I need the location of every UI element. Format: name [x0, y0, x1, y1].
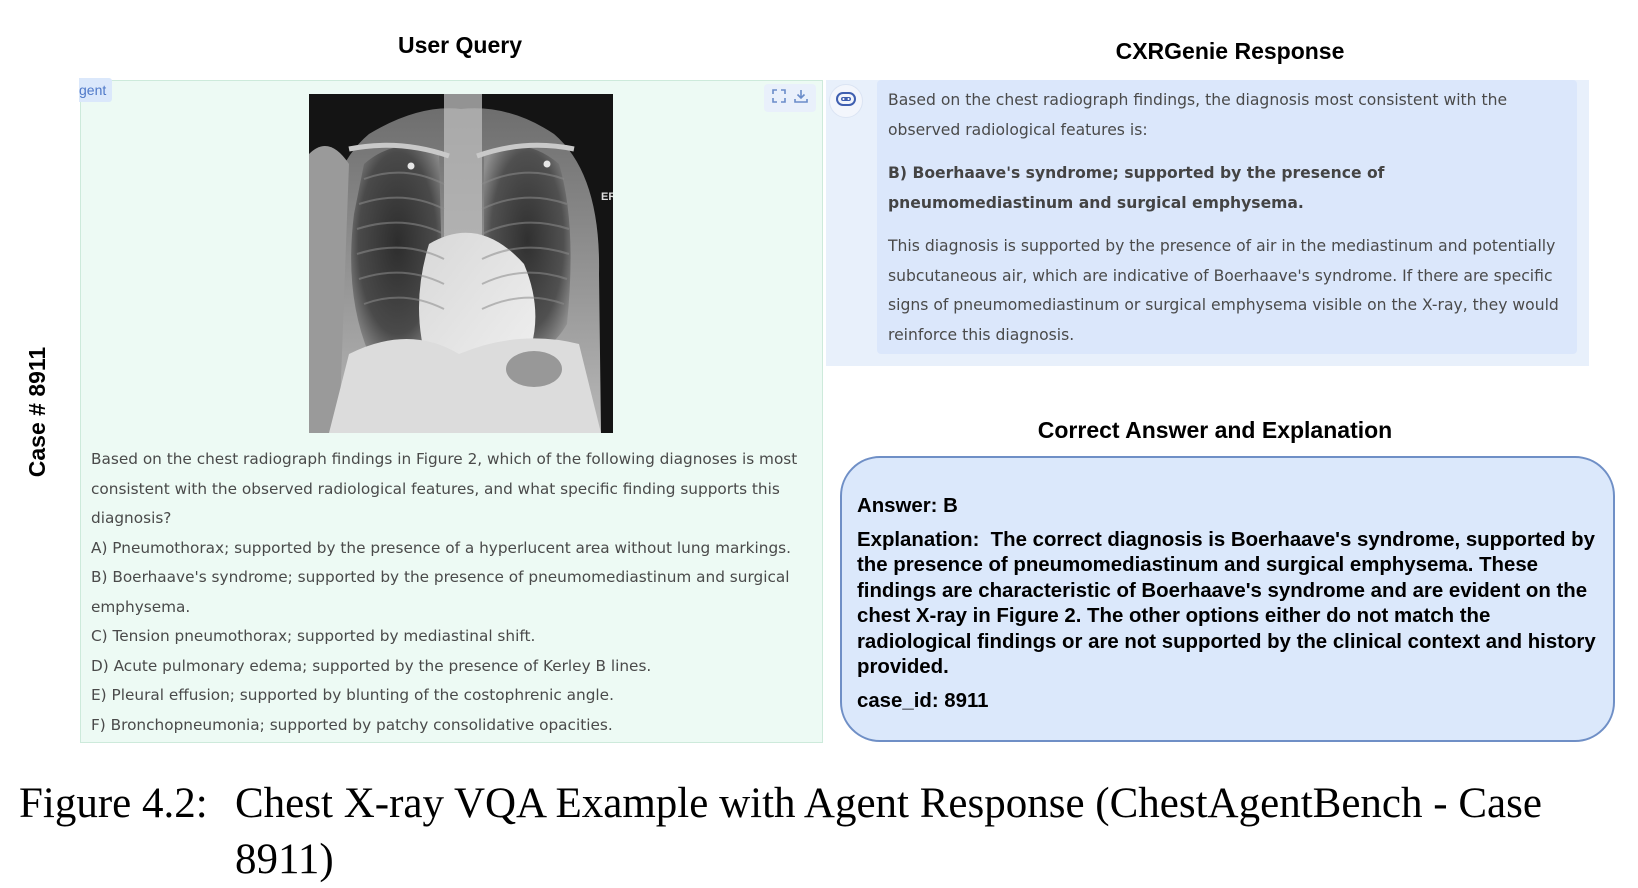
option-f: F) Bronchopneumonia; supported by patchy…: [91, 715, 613, 734]
case-label: Case # 8911: [24, 346, 50, 478]
figure-caption: Figure 4.2: Chest X-ray VQA Example with …: [19, 776, 1619, 888]
option-e: E) Pleural effusion; supported by blunti…: [91, 686, 614, 704]
correct-answer-heading: Correct Answer and Explanation: [1037, 417, 1393, 443]
option-a: A) Pneumothorax; supported by the presen…: [91, 538, 792, 557]
chest-xray-image: ER: [309, 94, 613, 433]
response-heading: CXRGenie Response: [1115, 38, 1345, 64]
response-answer: B) Boerhaave's syndrome; supported by th…: [888, 164, 1385, 212]
agent-tag: gent: [79, 78, 113, 102]
fullscreen-icon[interactable]: [772, 89, 786, 107]
response-intro: Based on the chest radiograph findings, …: [888, 91, 1508, 139]
figure-number: Figure 4.2:: [19, 780, 208, 827]
response-text: Based on the chest radiograph findings, …: [888, 86, 1568, 364]
option-c: C) Tension pneumothorax; supported by me…: [91, 627, 536, 645]
bot-icon: [835, 90, 857, 113]
query-text: Based on the chest radiograph findings i…: [91, 445, 811, 740]
option-d: D) Acute pulmonary edema; supported by t…: [91, 656, 652, 675]
question-text: Based on the chest radiograph findings i…: [91, 450, 798, 527]
option-b: B) Boerhaave's syndrome; supported by th…: [91, 568, 790, 616]
correct-answer-text: Answer: B Explanation: The correct diagn…: [857, 494, 1607, 722]
download-icon[interactable]: [794, 89, 808, 107]
xray-overlay-text: ER: [601, 191, 613, 203]
correct-answer-label: Answer: B: [857, 495, 958, 517]
case-id: case_id: 8911: [857, 689, 989, 712]
user-query-heading: User Query: [397, 32, 522, 58]
bot-avatar: [829, 84, 863, 118]
response-explanation: This diagnosis is supported by the prese…: [888, 237, 1559, 344]
correct-explanation: Explanation: The correct diagnosis is Bo…: [857, 528, 1602, 679]
figure-caption-text: Chest X-ray VQA Example with Agent Respo…: [235, 780, 1542, 883]
image-toolbar: [764, 84, 816, 112]
